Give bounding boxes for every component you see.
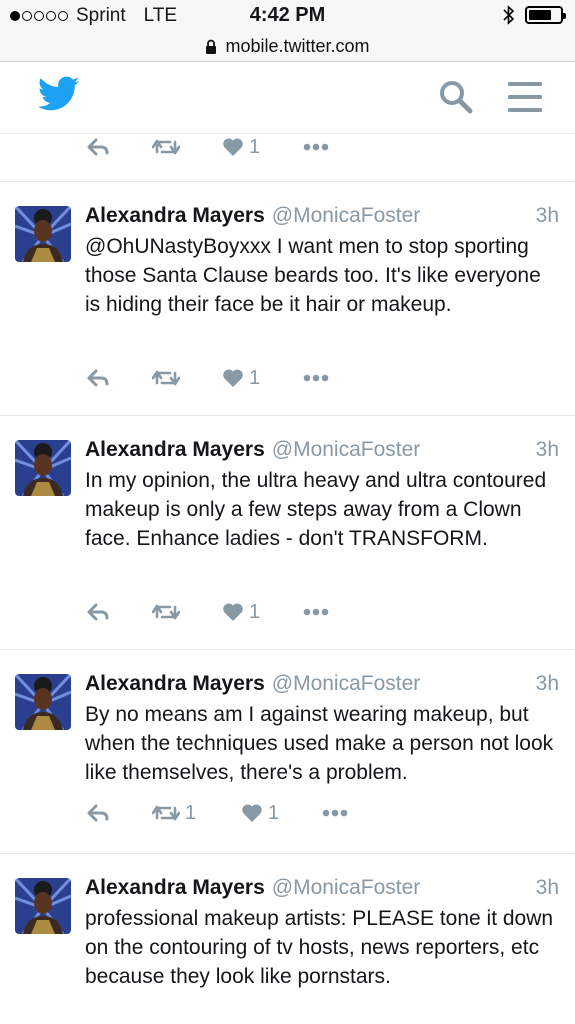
display-name[interactable]: Alexandra Mayers — [85, 204, 265, 228]
retweet-count: 1 — [185, 801, 197, 824]
tweet-text: @OhUNastyBoyxxx I want men to stop sport… — [85, 235, 541, 316]
tweet[interactable]: Alexandra Mayers @MonicaFoster 3h By no … — [0, 650, 575, 854]
username[interactable]: @MonicaFoster — [272, 438, 421, 462]
timestamp[interactable]: 3h — [536, 876, 559, 900]
avatar[interactable] — [15, 878, 71, 934]
like-button[interactable]: 1 — [222, 597, 260, 627]
battery-icon — [525, 6, 566, 24]
reply-icon — [87, 804, 109, 822]
like-count: 1 — [249, 600, 261, 623]
tweet[interactable]: Alexandra Mayers @MonicaFoster 3h @OhUNa… — [0, 182, 575, 416]
retweet-icon — [152, 370, 180, 386]
more-icon — [303, 143, 329, 151]
twitter-bird-icon[interactable] — [38, 76, 80, 112]
retweet-button[interactable] — [152, 597, 185, 627]
more-icon — [322, 809, 348, 817]
address-bar[interactable]: mobile.twitter.com — [0, 32, 575, 62]
reply-icon — [87, 138, 109, 156]
display-name[interactable]: Alexandra Mayers — [85, 438, 265, 462]
timestamp[interactable]: 3h — [536, 204, 559, 228]
like-button[interactable]: 1 — [222, 134, 260, 162]
like-button[interactable]: 1 — [222, 363, 260, 393]
retweet-button[interactable]: 1 — [152, 798, 196, 828]
reply-button[interactable] — [86, 363, 110, 393]
username[interactable]: @MonicaFoster — [272, 876, 421, 900]
retweet-icon — [152, 805, 180, 821]
tweet-text: In my opinion, the ultra heavy and ultra… — [85, 469, 547, 550]
tweet[interactable]: Alexandra Mayers @MonicaFoster 3h In my … — [0, 416, 575, 650]
avatar[interactable] — [15, 674, 71, 730]
menu-icon[interactable] — [507, 80, 543, 114]
retweet-icon — [152, 604, 180, 620]
reply-button[interactable] — [86, 597, 110, 627]
like-count: 1 — [249, 135, 261, 158]
username[interactable]: @MonicaFoster — [272, 672, 421, 696]
lock-icon — [206, 39, 217, 54]
tweet-feed[interactable]: 1 Alexandra Mayers @MonicaFoster 3h @OhU… — [0, 134, 575, 1024]
username[interactable]: @MonicaFoster — [272, 204, 421, 228]
more-icon — [303, 374, 329, 382]
avatar[interactable] — [15, 206, 71, 262]
retweet-icon — [152, 139, 180, 155]
url-text: mobile.twitter.com — [225, 36, 370, 56]
reply-icon — [87, 369, 109, 387]
heart-icon — [242, 804, 262, 822]
like-count: 1 — [249, 366, 261, 389]
clock: 4:42 PM — [249, 4, 326, 26]
avatar[interactable] — [15, 440, 71, 496]
like-count: 1 — [268, 801, 280, 824]
heart-icon — [223, 603, 243, 621]
retweet-button[interactable] — [152, 363, 185, 393]
tweet-text: By no means am I against wearing makeup,… — [85, 703, 554, 784]
more-options-button[interactable] — [303, 597, 329, 627]
heart-icon — [223, 138, 243, 156]
timestamp[interactable]: 3h — [536, 438, 559, 462]
heart-icon — [223, 369, 243, 387]
more-options-button[interactable] — [303, 363, 329, 393]
reply-icon — [87, 603, 109, 621]
tweet[interactable]: Alexandra Mayers @MonicaFoster 3h profes… — [0, 854, 575, 1024]
app-header — [0, 62, 575, 134]
display-name[interactable]: Alexandra Mayers — [85, 672, 265, 696]
timestamp[interactable]: 3h — [536, 672, 559, 696]
more-options-button[interactable] — [303, 134, 329, 162]
more-options-button[interactable] — [322, 798, 348, 828]
previous-tweet-actions: 1 — [0, 134, 575, 182]
reply-button[interactable] — [86, 134, 110, 162]
search-icon[interactable] — [438, 79, 474, 115]
reply-button[interactable] — [86, 798, 110, 828]
more-icon — [303, 608, 329, 616]
display-name[interactable]: Alexandra Mayers — [85, 876, 265, 900]
bluetooth-icon — [503, 5, 515, 25]
like-button[interactable]: 1 — [241, 798, 279, 828]
status-bar: Sprint LTE 4:42 PM — [0, 0, 575, 32]
tweet-text: professional makeup artists: PLEASE tone… — [85, 907, 554, 988]
retweet-button[interactable] — [152, 134, 180, 162]
